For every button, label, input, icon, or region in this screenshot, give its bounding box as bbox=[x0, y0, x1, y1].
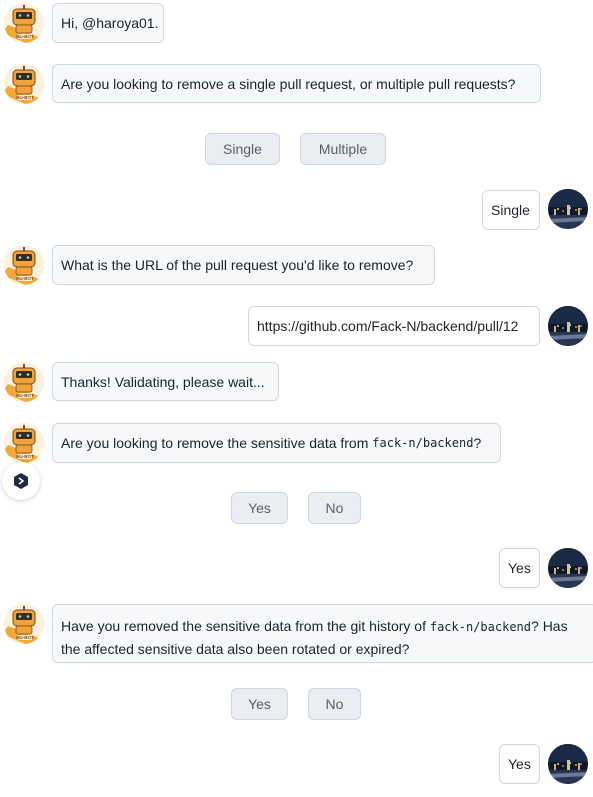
hubot-icon bbox=[4, 3, 44, 43]
question-history-prefix: Have you removed the sensitive data from… bbox=[61, 618, 430, 634]
user-message-url: https://github.com/Fack-N/backend/pull/1… bbox=[248, 306, 540, 346]
question-repo-prefix: Are you looking to remove the sensitive … bbox=[61, 435, 373, 451]
bot-avatar bbox=[4, 3, 44, 43]
bot-avatar bbox=[4, 604, 44, 644]
user-message-yes: Yes bbox=[499, 548, 540, 588]
user-avatar bbox=[548, 189, 588, 229]
bot-message-greeting: Hi, @haroya01. bbox=[52, 3, 164, 43]
bot-avatar bbox=[4, 64, 44, 104]
bot-avatar bbox=[4, 245, 44, 285]
multiple-button[interactable]: Multiple bbox=[300, 133, 386, 165]
user-photo-icon bbox=[548, 189, 588, 229]
repo-name: fack-n/backend bbox=[372, 436, 474, 450]
yes-button[interactable]: Yes bbox=[231, 492, 288, 524]
bot-message-question-type: Are you looking to remove a single pull … bbox=[52, 64, 541, 103]
user-message-single: Single bbox=[482, 190, 540, 230]
user-photo-icon bbox=[548, 744, 588, 784]
user-photo-icon bbox=[548, 548, 588, 588]
hubot-icon bbox=[4, 245, 44, 285]
user-avatar bbox=[548, 548, 588, 588]
user-photo-icon bbox=[548, 306, 588, 346]
hubot-icon bbox=[4, 604, 44, 644]
bot-message-validating: Thanks! Validating, please wait... bbox=[52, 362, 279, 401]
bot-message-question-repo: Are you looking to remove the sensitive … bbox=[52, 423, 501, 463]
copilot-icon bbox=[14, 473, 28, 489]
bot-message-question-url: What is the URL of the pull request you'… bbox=[52, 245, 435, 285]
user-avatar bbox=[548, 744, 588, 784]
floating-action-button[interactable] bbox=[2, 462, 40, 500]
bot-avatar bbox=[4, 423, 44, 463]
single-button[interactable]: Single bbox=[205, 133, 280, 165]
user-avatar bbox=[548, 306, 588, 346]
question-repo-suffix: ? bbox=[473, 435, 482, 451]
user-message-yes: Yes bbox=[499, 744, 540, 784]
hubot-icon bbox=[4, 423, 44, 463]
no-button[interactable]: No bbox=[308, 492, 361, 524]
bot-avatar bbox=[4, 362, 44, 402]
repo-name: fack-n/backend bbox=[429, 620, 532, 634]
hubot-icon bbox=[4, 362, 44, 402]
yes-button[interactable]: Yes bbox=[231, 688, 288, 720]
no-button[interactable]: No bbox=[308, 688, 361, 720]
hubot-icon bbox=[4, 64, 44, 104]
bot-message-question-history: Have you removed the sensitive data from… bbox=[52, 604, 593, 663]
